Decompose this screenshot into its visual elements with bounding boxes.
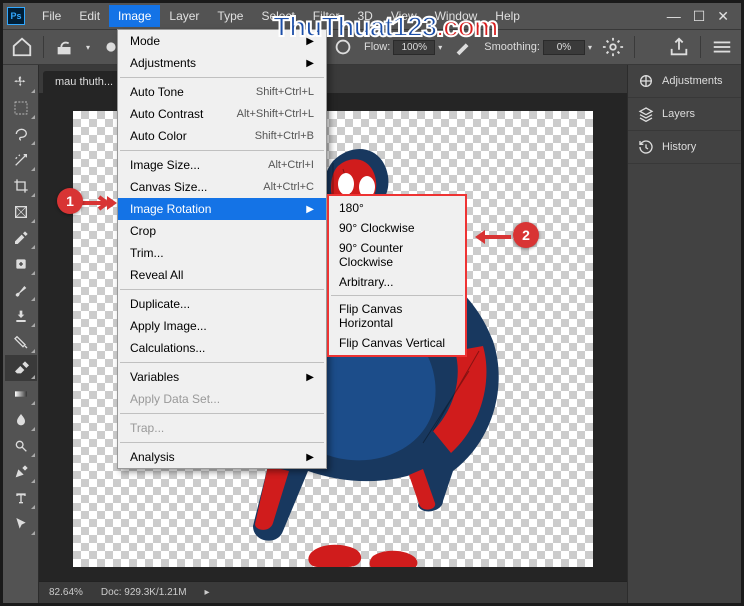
annotation-marker-2: 2: [513, 222, 539, 248]
home-icon[interactable]: [11, 36, 33, 58]
doc-info: Doc: 929.3K/1.21M: [101, 587, 187, 598]
gradient-tool[interactable]: [5, 381, 37, 407]
tool-preset-icon[interactable]: [54, 36, 76, 58]
annotation-marker-1: 1: [57, 188, 83, 214]
menu-edit[interactable]: Edit: [70, 5, 109, 27]
watermark: ThuThuat123.com: [273, 11, 498, 43]
menu-item-auto-tone[interactable]: Auto ToneShift+Ctrl+L: [118, 81, 326, 103]
status-bar: 82.64% Doc: 929.3K/1.21M ▸: [39, 581, 627, 603]
menu-item-duplicate[interactable]: Duplicate...: [118, 293, 326, 315]
menu-item-apply-data-set: Apply Data Set...: [118, 388, 326, 410]
annotation-arrow-2: [471, 229, 511, 245]
menu-item-trim[interactable]: Trim...: [118, 242, 326, 264]
minimize-icon[interactable]: —: [667, 8, 681, 25]
smoothing-value[interactable]: 0%: [543, 40, 585, 55]
image-menu-dropdown: Mode▶Adjustments▶Auto ToneShift+Ctrl+LAu…: [117, 29, 327, 469]
dodge-tool[interactable]: [5, 433, 37, 459]
menu-item-auto-color[interactable]: Auto ColorShift+Ctrl+B: [118, 125, 326, 147]
menu-item-apply-image[interactable]: Apply Image...: [118, 315, 326, 337]
lasso-tool[interactable]: [5, 121, 37, 147]
history-panel-tab[interactable]: History: [628, 131, 741, 164]
submenu-item-arbitrary[interactable]: Arbitrary...: [329, 272, 465, 292]
history-brush-tool[interactable]: [5, 329, 37, 355]
gear-icon[interactable]: [602, 36, 624, 58]
menu-item-adjustments[interactable]: Adjustments▶: [118, 52, 326, 74]
adjustments-panel-tab[interactable]: Adjustments: [628, 65, 741, 98]
submenu-item-180[interactable]: 180°: [329, 198, 465, 218]
panel-label: Layers: [662, 108, 695, 120]
document-tab[interactable]: mau thuth...: [43, 71, 125, 93]
menu-image[interactable]: Image: [109, 5, 160, 27]
menu-item-variables[interactable]: Variables▶: [118, 366, 326, 388]
window-controls: — ☐ ✕: [667, 8, 737, 25]
menu-icon[interactable]: [711, 36, 733, 58]
heal-tool[interactable]: [5, 251, 37, 277]
panel-label: History: [662, 141, 696, 153]
pen-tool[interactable]: [5, 459, 37, 485]
menu-item-auto-contrast[interactable]: Auto ContrastAlt+Shift+Ctrl+L: [118, 103, 326, 125]
menu-file[interactable]: File: [33, 5, 70, 27]
right-panels: Adjustments Layers History: [627, 65, 741, 603]
adjustments-icon: [638, 73, 654, 89]
photoshop-logo: Ps: [7, 7, 25, 25]
eyedropper-tool[interactable]: [5, 225, 37, 251]
annotation-arrow-1: [81, 195, 117, 211]
stamp-tool[interactable]: [5, 303, 37, 329]
image-rotation-submenu: 180°90° Clockwise90° Counter ClockwiseAr…: [327, 194, 467, 357]
layers-icon: [638, 106, 654, 122]
eraser-tool[interactable]: [5, 355, 37, 381]
maximize-icon[interactable]: ☐: [693, 8, 706, 25]
submenu-item-flip-canvas-horizontal[interactable]: Flip Canvas Horizontal: [329, 299, 465, 333]
submenu-item-90-clockwise[interactable]: 90° Clockwise: [329, 218, 465, 238]
marquee-tool[interactable]: [5, 95, 37, 121]
menu-item-calculations[interactable]: Calculations...: [118, 337, 326, 359]
brush-tool[interactable]: [5, 277, 37, 303]
frame-tool[interactable]: [5, 199, 37, 225]
crop-tool[interactable]: [5, 173, 37, 199]
wand-tool[interactable]: [5, 147, 37, 173]
move-tool[interactable]: [5, 69, 37, 95]
menu-item-canvas-size[interactable]: Canvas Size...Alt+Ctrl+C: [118, 176, 326, 198]
menu-type[interactable]: Type: [208, 5, 252, 27]
tool-panel: [3, 65, 39, 603]
zoom-value[interactable]: 82.64%: [49, 587, 83, 598]
menu-layer[interactable]: Layer: [160, 5, 208, 27]
chevron-down-icon[interactable]: ▾: [86, 43, 90, 52]
menu-item-trap: Trap...: [118, 417, 326, 439]
menu-item-image-rotation[interactable]: Image Rotation▶: [118, 198, 326, 220]
panel-label: Adjustments: [662, 75, 723, 87]
close-icon[interactable]: ✕: [717, 8, 729, 25]
menu-item-analysis[interactable]: Analysis▶: [118, 446, 326, 468]
layers-panel-tab[interactable]: Layers: [628, 98, 741, 131]
chevron-right-icon[interactable]: ▸: [205, 587, 210, 598]
path-select-tool[interactable]: [5, 511, 37, 537]
submenu-item-flip-canvas-vertical[interactable]: Flip Canvas Vertical: [329, 333, 465, 353]
menu-item-image-size[interactable]: Image Size...Alt+Ctrl+I: [118, 154, 326, 176]
menu-item-reveal-all[interactable]: Reveal All: [118, 264, 326, 286]
history-icon: [638, 139, 654, 155]
menu-item-crop[interactable]: Crop: [118, 220, 326, 242]
share-icon[interactable]: [668, 36, 690, 58]
submenu-item-90-counter-clockwise[interactable]: 90° Counter Clockwise: [329, 238, 465, 272]
blur-tool[interactable]: [5, 407, 37, 433]
type-tool[interactable]: [5, 485, 37, 511]
